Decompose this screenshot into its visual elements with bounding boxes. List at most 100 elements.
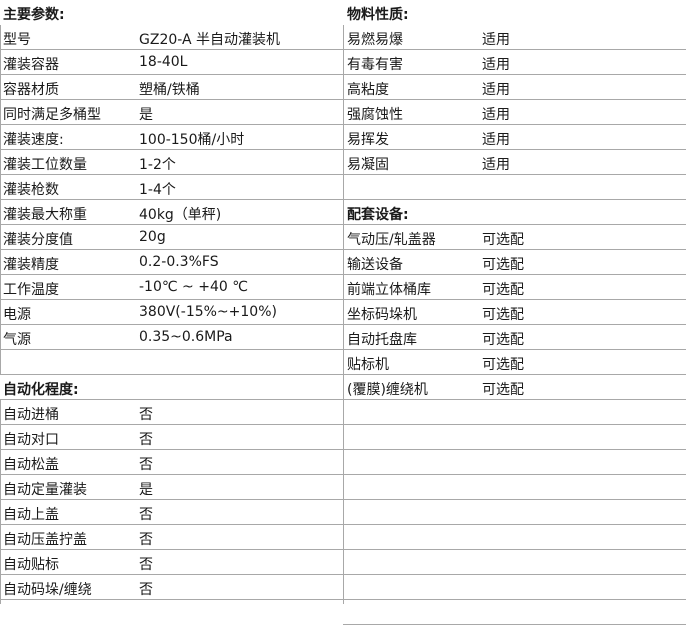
material-row-key: 易挥发 xyxy=(347,132,389,148)
param-row: 同时满足多桶型 是 xyxy=(0,100,343,125)
param-row-value: 1-2个 xyxy=(139,157,176,173)
equipment-row-key: 输送设备 xyxy=(347,257,403,273)
equipment-row-key: 贴标机 xyxy=(347,357,389,373)
automation-row-value: 否 xyxy=(139,432,153,448)
param-row-key: 工作温度 xyxy=(3,282,59,298)
equipment-table: 气动压/轧盖器 可选配 输送设备 可选配 前端立体桶库 可选配 坐标码垛机 可选配 自动托盘库可… xyxy=(343,225,686,625)
automation-title: 自动化程度: xyxy=(3,382,79,398)
automation-row-value: 否 xyxy=(139,507,153,523)
param-row: 灌装工位数量 1-2个 xyxy=(0,150,343,175)
material-row-value: 适用 xyxy=(482,82,510,98)
param-row-key: 电源 xyxy=(3,307,31,323)
automation-row-key: 自动对口 xyxy=(3,432,59,448)
param-row: 灌装枪数 1-4个 xyxy=(0,175,343,200)
material-row: 有毒有害 适用 xyxy=(343,50,686,75)
material-row: 易凝固 适用 xyxy=(343,150,686,175)
equipment-row xyxy=(343,450,686,475)
material-row-value: 适用 xyxy=(482,32,510,48)
equipment-row xyxy=(343,500,686,525)
material-row-key: 高粘度 xyxy=(347,82,389,98)
equipment-row: 贴标机 可选配 xyxy=(343,350,686,375)
param-row: 灌装最大称重 40kg（单秤) xyxy=(0,200,343,225)
equipment-row-value: 可选配 xyxy=(482,382,524,398)
equipment-row-value: 可选配 xyxy=(482,257,524,273)
param-row: 工作温度 -10℃ ~ +40 ℃ xyxy=(0,275,343,300)
param-row: 灌装容器 18-40L xyxy=(0,50,343,75)
material-row: 易燃易爆 适用 xyxy=(343,25,686,50)
equipment-row xyxy=(343,550,686,575)
material-row-value: 适用 xyxy=(482,107,510,123)
equipment-row xyxy=(343,400,686,425)
automation-row-key: 自动压盖拧盖 xyxy=(3,532,87,548)
param-row: 型号 GZ20-A 半自动灌装机 xyxy=(0,25,343,50)
param-row-value: 20g xyxy=(139,229,166,245)
automation-row: 自动对口 否 xyxy=(0,425,343,450)
param-row: 灌装分度值 20g xyxy=(0,225,343,250)
material-row-key: 易燃易爆 xyxy=(347,32,403,48)
param-row-value: 塑桶/铁桶 xyxy=(139,82,200,98)
automation-row-value: 否 xyxy=(139,407,153,423)
param-row-key: 气源 xyxy=(3,332,31,348)
param-row: 电源 380V(-15%~+10%) xyxy=(0,300,343,325)
equipment-row xyxy=(343,525,686,550)
material-row-value: 适用 xyxy=(482,132,510,148)
equipment-row-value: 可选配 xyxy=(482,357,524,373)
automation-row-key: 自动上盖 xyxy=(3,507,59,523)
automation-row: 自动定量灌装 是 xyxy=(0,475,343,500)
param-row-key: 灌装容器 xyxy=(3,57,59,73)
param-row xyxy=(0,350,343,375)
right-column: 物料性质: 易燃易爆 适用 有毒有害 适用 高粘度 适用 强腐蚀性 适用 易挥发 适用 易凝固 适用 … xyxy=(343,0,686,625)
equipment-row: 自动托盘库 可选配 xyxy=(343,325,686,350)
param-row-value: 0.35~0.6MPa xyxy=(139,329,233,345)
equipment-row xyxy=(343,425,686,450)
param-row: 灌装速度: 100-150桶/小时 xyxy=(0,125,343,150)
param-row-value: 18-40L xyxy=(139,54,188,70)
main-params-header: 主要参数: xyxy=(0,0,343,25)
param-row-key: 灌装工位数量 xyxy=(3,157,87,173)
equipment-row-key: 自动托盘库 xyxy=(347,332,417,348)
automation-row-value: 否 xyxy=(139,457,153,473)
material-row: 易挥发 适用 xyxy=(343,125,686,150)
main-params-table: 型号 GZ20-A 半自动灌装机 灌装容器 18-40L 容器材质 塑桶/铁桶 同时满足多桶… xyxy=(0,25,343,375)
material-table: 易燃易爆 适用 有毒有害 适用 高粘度 适用 强腐蚀性 适用 易挥发 适用 易凝固 适用 xyxy=(343,25,686,200)
material-row xyxy=(343,175,686,200)
equipment-row-key: 坐标码垛机 xyxy=(347,307,417,323)
automation-row-value: 否 xyxy=(139,532,153,548)
param-row-value: GZ20-A 半自动灌装机 xyxy=(139,32,281,48)
equipment-row: 坐标码垛机 可选配 xyxy=(343,300,686,325)
automation-row-value: 是 xyxy=(139,482,153,498)
param-row-key: 同时满足多桶型 xyxy=(3,107,101,123)
param-row-key: 灌装枪数 xyxy=(3,182,59,198)
equipment-row: (覆膜)缠绕机 可选配 xyxy=(343,375,686,400)
automation-row-key: 自动定量灌装 xyxy=(3,482,87,498)
automation-row: 自动贴标 否 xyxy=(0,550,343,575)
param-row-key: 灌装分度值 xyxy=(3,232,73,248)
equipment-row-value: 可选配 xyxy=(482,232,524,248)
param-row-value: 100-150桶/小时 xyxy=(139,132,245,148)
equipment-row-key: 气动压/轧盖器 xyxy=(347,232,436,248)
material-row-value: 适用 xyxy=(482,57,510,73)
automation-row: 自动压盖拧盖 否 xyxy=(0,525,343,550)
automation-row: 自动码垛/缠绕 否 xyxy=(0,575,343,600)
param-row-value: 1-4个 xyxy=(139,182,176,198)
automation-row-key: 自动进桶 xyxy=(3,407,59,423)
equipment-row-key: (覆膜)缠绕机 xyxy=(347,382,428,398)
automation-row-value: 否 xyxy=(139,557,153,573)
material-row: 强腐蚀性 适用 xyxy=(343,100,686,125)
material-row-value: 适用 xyxy=(482,157,510,173)
param-row: 容器材质 塑桶/铁桶 xyxy=(0,75,343,100)
param-row-key: 灌装最大称重 xyxy=(3,207,87,223)
automation-table: 自动进桶否自动对口否自动松盖否自动定量灌装是自动上盖否自动压盖拧盖否自动贴标否自… xyxy=(0,400,343,600)
equipment-title: 配套设备: xyxy=(347,207,409,223)
equipment-row: 气动压/轧盖器 可选配 xyxy=(343,225,686,250)
equipment-row xyxy=(343,475,686,500)
automation-row-key: 自动码垛/缠绕 xyxy=(3,582,92,598)
left-column: 主要参数: 型号 GZ20-A 半自动灌装机灌装容器 18-40L 容器材质 塑桶/铁桶… xyxy=(0,0,343,600)
param-row-key: 型号 xyxy=(3,32,31,48)
equipment-row-key: 前端立体桶库 xyxy=(347,282,431,298)
param-row: 灌装精度 0.2-0.3%FS xyxy=(0,250,343,275)
equipment-row-value: 可选配 xyxy=(482,282,524,298)
param-row-value: 0.2-0.3%FS xyxy=(139,254,219,270)
param-row-value: 380V(-15%~+10%) xyxy=(139,304,277,320)
material-row: 高粘度 适用 xyxy=(343,75,686,100)
